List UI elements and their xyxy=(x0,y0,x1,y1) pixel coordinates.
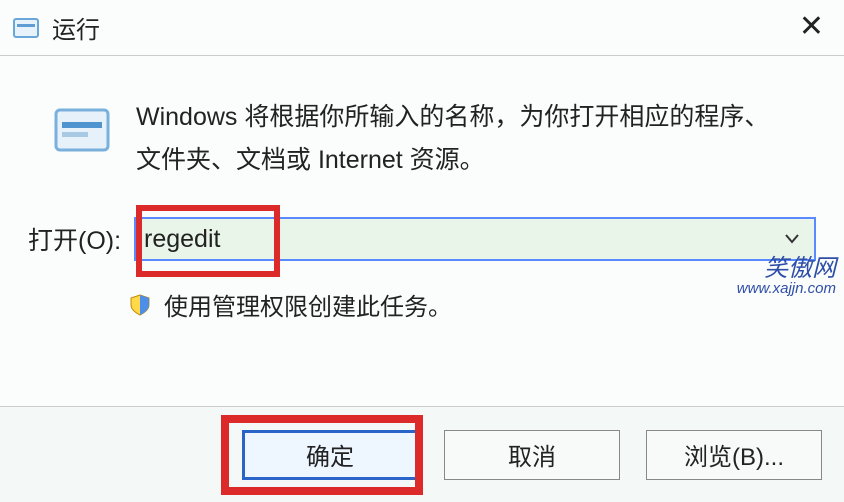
browse-button[interactable]: 浏览(B)... xyxy=(646,430,822,480)
footer: 确定 取消 浏览(B)... xyxy=(0,406,844,502)
run-title-icon xyxy=(12,16,40,40)
run-app-icon xyxy=(52,104,112,160)
admin-note: 使用管理权限创建此任务。 xyxy=(164,287,452,322)
admin-row: 使用管理权限创建此任务。 xyxy=(28,287,816,322)
run-dialog: 运行 ✕ Windows 将根据你所输入的名称，为你打开相应的程序、文件夹、文档… xyxy=(0,0,844,502)
close-button[interactable]: ✕ xyxy=(799,12,824,42)
ok-button[interactable]: 确定 xyxy=(242,430,418,480)
dialog-body: Windows 将根据你所输入的名称，为你打开相应的程序、文件夹、文档或 Int… xyxy=(0,56,844,396)
shield-icon xyxy=(128,293,152,317)
window-title: 运行 xyxy=(52,10,100,45)
open-input[interactable] xyxy=(136,219,774,259)
message-row: Windows 将根据你所输入的名称，为你打开相应的程序、文件夹、文档或 Int… xyxy=(28,96,816,181)
chevron-down-icon[interactable] xyxy=(774,219,810,259)
open-label: 打开(O): xyxy=(28,221,128,257)
open-row: 打开(O): xyxy=(28,217,816,261)
cancel-button[interactable]: 取消 xyxy=(444,430,620,480)
open-combobox[interactable] xyxy=(134,217,816,261)
message-text: Windows 将根据你所输入的名称，为你打开相应的程序、文件夹、文档或 Int… xyxy=(136,96,776,181)
titlebar: 运行 ✕ xyxy=(0,0,844,56)
